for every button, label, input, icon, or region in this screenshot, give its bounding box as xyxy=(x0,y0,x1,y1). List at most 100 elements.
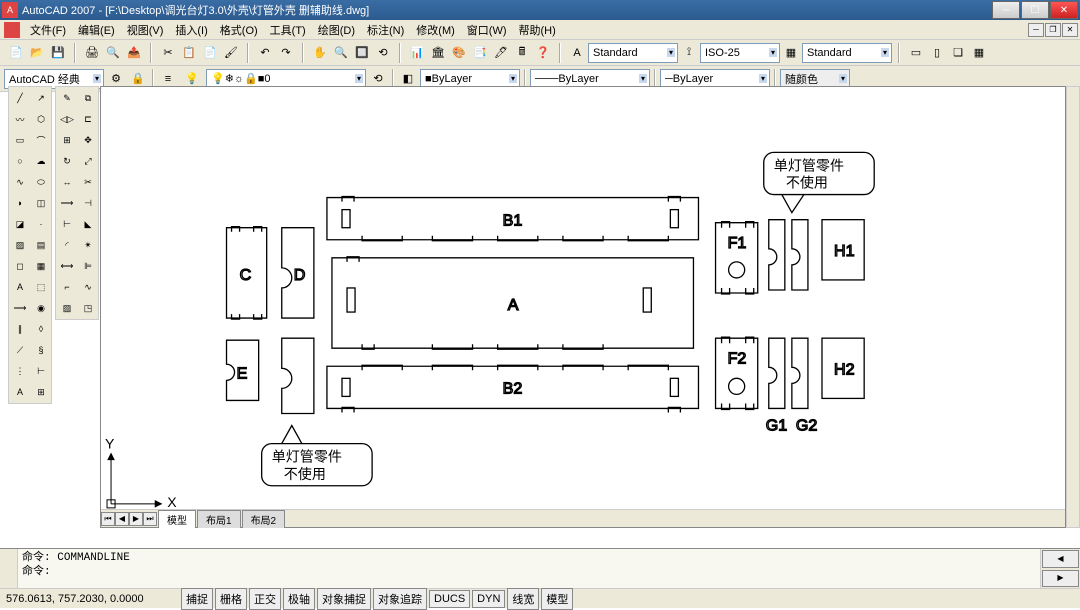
cut-button[interactable]: ✂ xyxy=(158,43,178,63)
cascade-button[interactable]: ❏ xyxy=(948,43,968,63)
pedit-button[interactable]: ⌐ xyxy=(57,277,77,297)
sheetset-button[interactable]: 📑 xyxy=(470,43,490,63)
dyn-toggle[interactable]: DYN xyxy=(472,590,505,608)
ellipse-arc-button[interactable]: ◗ xyxy=(10,193,30,213)
stretch-button[interactable]: ↔ xyxy=(57,172,77,192)
osnap-toggle[interactable]: 对象捕捉 xyxy=(317,588,371,610)
designcenter-button[interactable]: 🏛 xyxy=(428,43,448,63)
measure-button[interactable]: ⊢ xyxy=(31,361,51,381)
publish-button[interactable]: 📤 xyxy=(124,43,144,63)
tile-v-button[interactable]: ▯ xyxy=(927,43,947,63)
break-button[interactable]: ⊣ xyxy=(78,193,98,213)
tab-model[interactable]: 模型 xyxy=(158,510,196,528)
tab-prev-button[interactable]: ◀ xyxy=(115,512,129,526)
field-button[interactable]: ⊞ xyxy=(31,382,51,402)
revcloud-button[interactable]: ☁ xyxy=(31,151,51,171)
preview-button[interactable]: 🔍 xyxy=(103,43,123,63)
tile-h-button[interactable]: ▭ xyxy=(906,43,926,63)
maximize-button[interactable] xyxy=(1021,1,1049,19)
explode-button[interactable]: ✴ xyxy=(78,235,98,255)
tab-layout2[interactable]: 布局2 xyxy=(242,510,286,528)
array-button[interactable]: ⊞ xyxy=(57,130,77,150)
ray-button[interactable]: ⟶ xyxy=(10,298,30,318)
line-button[interactable]: ╱ xyxy=(10,88,30,108)
make-block-button[interactable]: ◪ xyxy=(10,214,30,234)
mtext-button[interactable]: A xyxy=(10,277,30,297)
divide-button[interactable]: ⋮ xyxy=(10,361,30,381)
snap-toggle[interactable]: 捕捉 xyxy=(181,588,213,610)
copy-obj-button[interactable]: ⧉ xyxy=(78,88,98,108)
minimize-button[interactable] xyxy=(992,1,1020,19)
help-button[interactable]: ❓ xyxy=(533,43,553,63)
rotate-button[interactable]: ↻ xyxy=(57,151,77,171)
hatchedit-button[interactable]: ▨ xyxy=(57,298,77,318)
spline-button[interactable]: ∿ xyxy=(10,172,30,192)
arrange-button[interactable]: ▦ xyxy=(969,43,989,63)
new-button[interactable]: 📄 xyxy=(6,43,26,63)
offset-button[interactable]: ⊏ xyxy=(78,109,98,129)
command-prompt[interactable]: 命令: xyxy=(22,565,1036,579)
join-button[interactable]: ⊢ xyxy=(57,214,77,234)
cmd-scroll-left[interactable]: ◀ xyxy=(1042,550,1079,568)
trim-button[interactable]: ✂ xyxy=(78,172,98,192)
gradient-button[interactable]: ▤ xyxy=(31,235,51,255)
tab-layout1[interactable]: 布局1 xyxy=(197,510,241,528)
match-button[interactable]: 🖌 xyxy=(221,43,241,63)
lwt-toggle[interactable]: 线宽 xyxy=(507,588,539,610)
menu-insert[interactable]: 插入(I) xyxy=(169,20,213,40)
mdi-close[interactable]: ✕ xyxy=(1062,23,1078,37)
mirror-button[interactable]: ◁▷ xyxy=(57,109,77,129)
circle-button[interactable]: ○ xyxy=(10,151,30,171)
polar-toggle[interactable]: 极轴 xyxy=(283,588,315,610)
copy-button[interactable]: 📋 xyxy=(179,43,199,63)
ellipse-button[interactable]: ⬭ xyxy=(31,172,51,192)
ortho-toggle[interactable]: 正交 xyxy=(249,588,281,610)
ducs-toggle[interactable]: DUCS xyxy=(429,590,470,608)
zoom-realtime-button[interactable]: 🔍 xyxy=(331,43,351,63)
close-button[interactable] xyxy=(1050,1,1078,19)
donut-button[interactable]: ◉ xyxy=(31,298,51,318)
polygon-button[interactable]: ⬡ xyxy=(31,109,51,129)
text-button[interactable]: A xyxy=(10,382,30,402)
save-button[interactable]: 💾 xyxy=(48,43,68,63)
toolpalettes-button[interactable]: 🎨 xyxy=(449,43,469,63)
redo-button[interactable]: ↷ xyxy=(276,43,296,63)
mdi-restore[interactable]: ❐ xyxy=(1045,23,1061,37)
mdi-minimize[interactable]: ─ xyxy=(1028,23,1044,37)
cmd-scroll-right[interactable]: ▶ xyxy=(1042,570,1079,588)
menu-view[interactable]: 视图(V) xyxy=(121,20,170,40)
lengthen-button[interactable]: ⟷ xyxy=(57,256,77,276)
move-button[interactable]: ✥ xyxy=(78,130,98,150)
table-style-dropdown[interactable]: Standard xyxy=(802,43,892,63)
chamfer-button[interactable]: ◣ xyxy=(78,214,98,234)
menu-edit[interactable]: 编辑(E) xyxy=(72,20,121,40)
grid-toggle[interactable]: 栅格 xyxy=(215,588,247,610)
menu-help[interactable]: 帮助(H) xyxy=(513,20,562,40)
plot-button[interactable]: 🖨 xyxy=(82,43,102,63)
drawing-canvas[interactable]: X Y A B1 B2 C D E F1 F2 xyxy=(100,86,1066,528)
paste-button[interactable]: 📄 xyxy=(200,43,220,63)
properties-button[interactable]: 📊 xyxy=(407,43,427,63)
undo-button[interactable]: ↶ xyxy=(255,43,275,63)
erase-button[interactable]: ✎ xyxy=(57,88,77,108)
tab-first-button[interactable]: ⏮ xyxy=(101,512,115,526)
markup-button[interactable]: 🖊 xyxy=(491,43,511,63)
menu-tools[interactable]: 工具(T) xyxy=(264,20,312,40)
insert-block-button[interactable]: ◫ xyxy=(31,193,51,213)
scale-button[interactable]: ⤢ xyxy=(78,151,98,171)
calc-button[interactable]: 🖩 xyxy=(512,43,532,63)
boundary-button[interactable]: ◊ xyxy=(31,319,51,339)
point-button[interactable]: · xyxy=(31,214,51,234)
splinedit-button[interactable]: ∿ xyxy=(78,277,98,297)
model-toggle[interactable]: 模型 xyxy=(541,588,573,610)
solidedit-button[interactable]: ◳ xyxy=(78,298,98,318)
mline-button[interactable]: ∥ xyxy=(10,319,30,339)
helix-button[interactable]: § xyxy=(31,340,51,360)
menu-format[interactable]: 格式(O) xyxy=(214,20,264,40)
arc-button[interactable]: ⌒ xyxy=(31,130,51,150)
menu-dim[interactable]: 标注(N) xyxy=(361,20,410,40)
region-button[interactable]: ◻ xyxy=(10,256,30,276)
table-button[interactable]: ▦ xyxy=(31,256,51,276)
menu-modify[interactable]: 修改(M) xyxy=(410,20,461,40)
dim-style-dropdown[interactable]: ISO-25 xyxy=(700,43,780,63)
